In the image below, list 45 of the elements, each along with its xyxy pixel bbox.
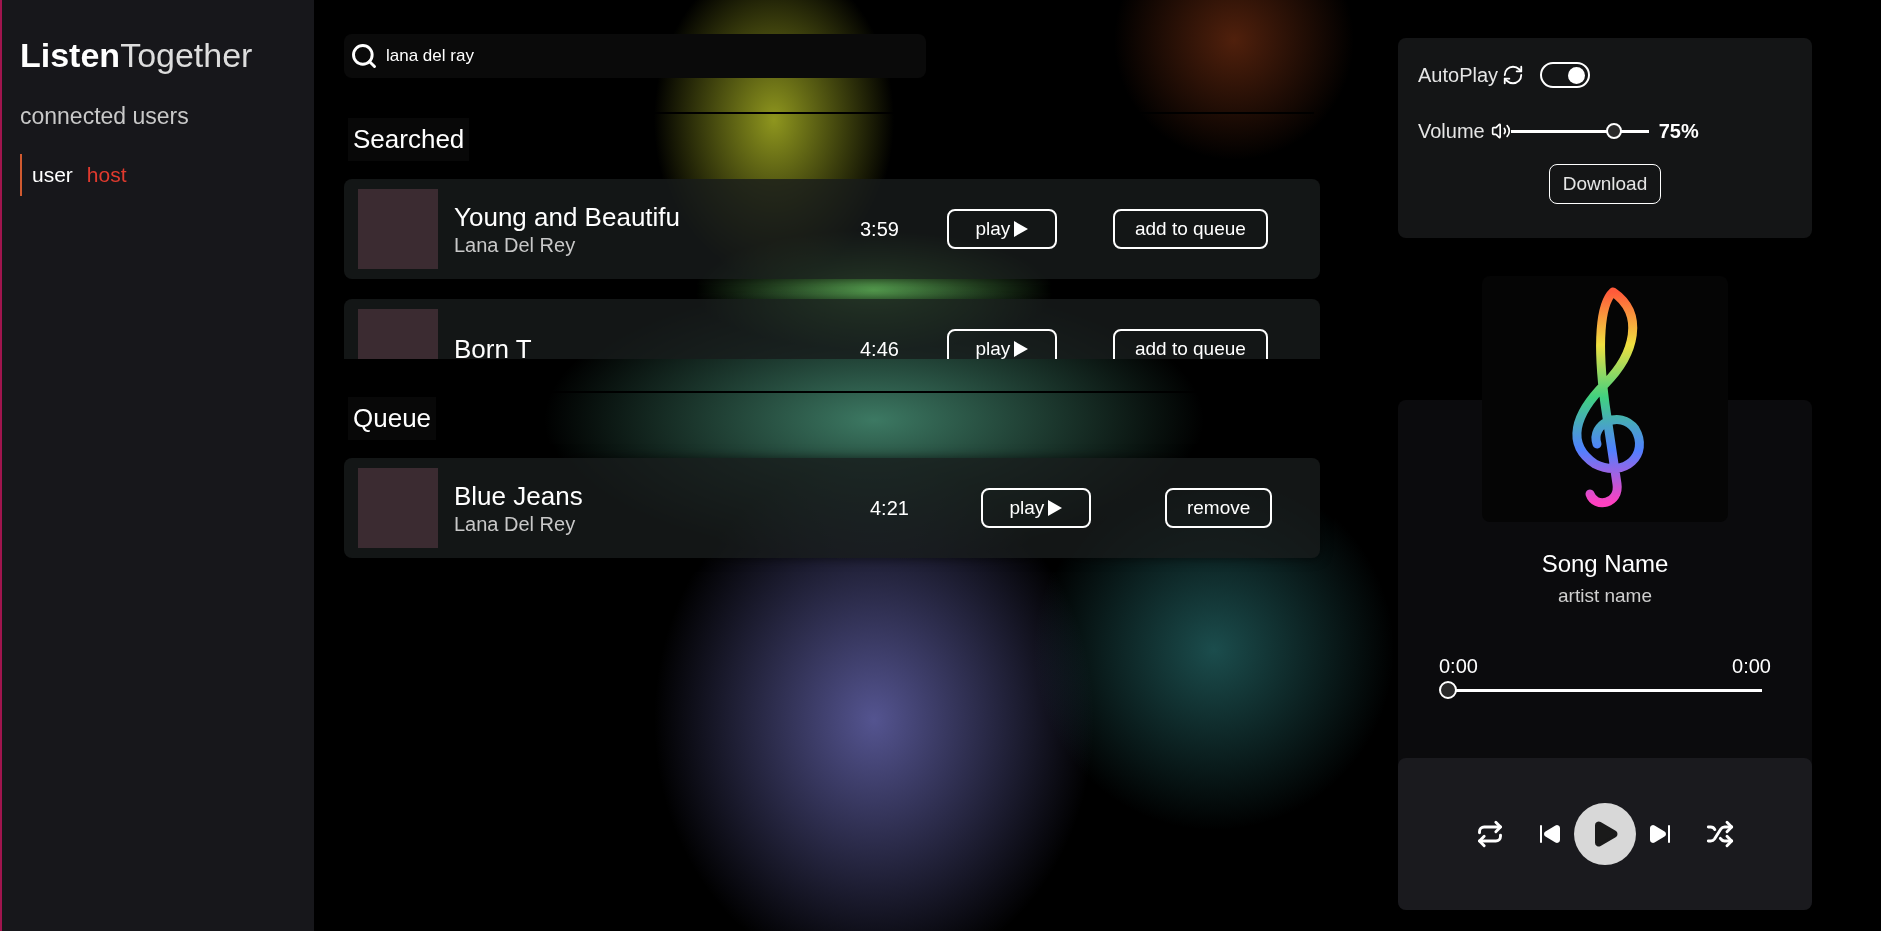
song-title: Young and Beautifu xyxy=(454,201,682,233)
download-button[interactable]: Download xyxy=(1548,164,1662,204)
repeat-icon[interactable] xyxy=(1476,820,1504,848)
play-icon xyxy=(1014,221,1029,237)
song-duration: 4:46 xyxy=(860,337,899,359)
autoplay-toggle[interactable] xyxy=(1540,62,1591,88)
volume-label: Volume xyxy=(1418,119,1485,144)
volume-thumb[interactable] xyxy=(1606,123,1623,139)
artist-name: artist name xyxy=(1558,584,1652,608)
song-name: Song Name xyxy=(1541,549,1669,579)
volume-slider[interactable] xyxy=(1510,122,1649,140)
add-to-queue-button[interactable]: add to queue xyxy=(1112,329,1268,359)
total-time: 0:00 xyxy=(1732,653,1771,679)
search-input[interactable]: lana del ray xyxy=(386,43,886,69)
song-title: Blue Jeans xyxy=(454,480,584,512)
previous-icon[interactable] xyxy=(1538,822,1562,846)
section-heading: Searched xyxy=(348,118,470,161)
add-to-queue-button[interactable]: add to queue xyxy=(1112,209,1268,249)
progress-thumb[interactable] xyxy=(1439,681,1457,699)
volume-icon xyxy=(1490,121,1511,141)
remove-button[interactable]: remove xyxy=(1164,488,1273,528)
search-field[interactable]: lana del ray xyxy=(344,34,926,78)
play-icon xyxy=(1048,500,1063,516)
play-button[interactable]: play xyxy=(980,488,1091,528)
play-button[interactable]: play xyxy=(946,209,1057,249)
song-duration: 3:59 xyxy=(860,217,899,242)
play-icon xyxy=(1014,341,1029,357)
user-name: user xyxy=(32,161,73,188)
elapsed-time: 0:00 xyxy=(1439,653,1478,679)
next-icon[interactable] xyxy=(1648,822,1672,846)
logo-bold-text: Listen xyxy=(20,35,121,76)
autoplay-icon xyxy=(1502,64,1525,86)
artist-name: Lana Del Rey xyxy=(454,512,577,536)
song-title: Born T xyxy=(454,333,533,359)
autoplay-label: AutoPlay xyxy=(1418,63,1499,88)
connected-users-heading: connected users xyxy=(20,102,190,131)
search-icon xyxy=(350,42,378,70)
play-button[interactable]: play xyxy=(946,329,1057,359)
logo-light-text: Together xyxy=(120,35,253,76)
section-heading: Queue xyxy=(348,397,437,440)
song-duration: 4:21 xyxy=(870,496,909,521)
user-role: host xyxy=(86,161,127,188)
artist-name: Lana Del Rey xyxy=(454,233,577,257)
shuffle-icon[interactable] xyxy=(1706,820,1734,848)
volume-reading: 75% xyxy=(1658,119,1699,144)
